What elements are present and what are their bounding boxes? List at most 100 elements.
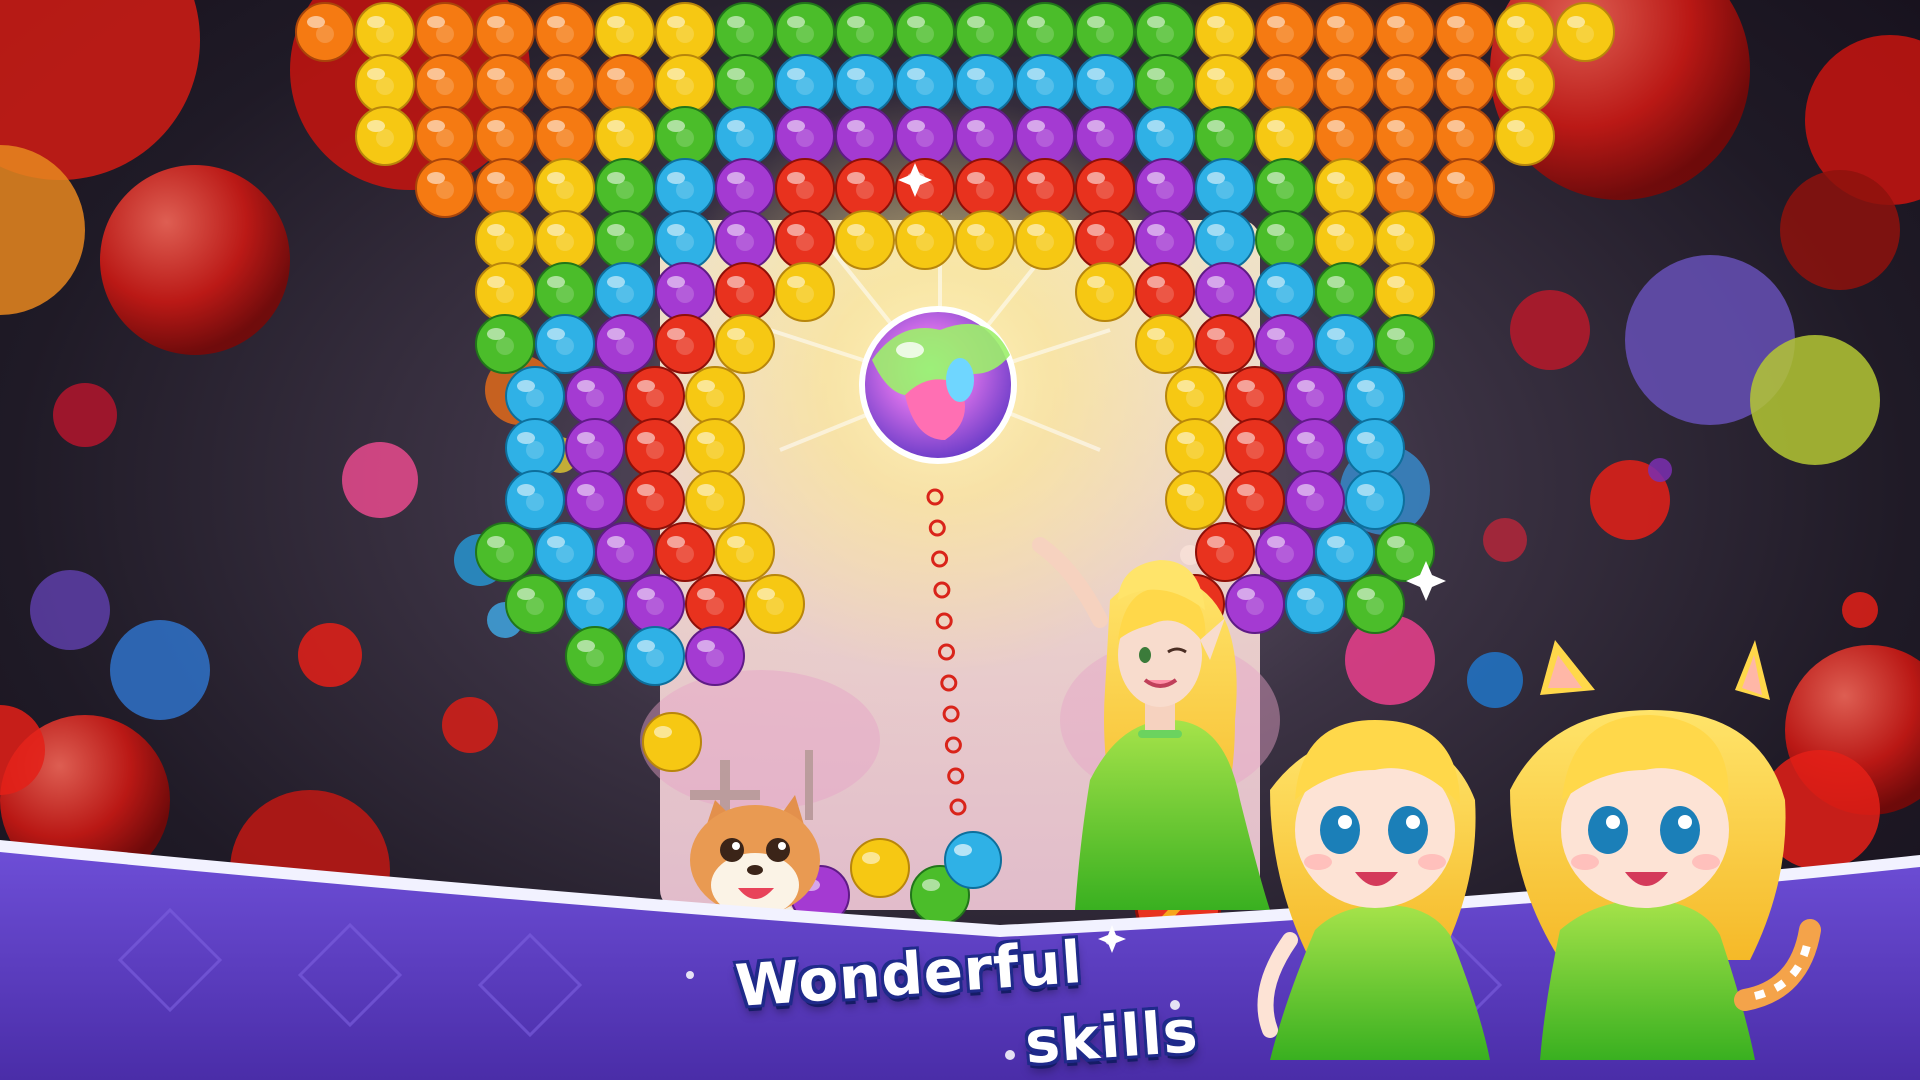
board-bubble[interactable] <box>535 522 595 582</box>
board-bubble[interactable] <box>1075 158 1135 218</box>
board-bubble[interactable] <box>595 522 655 582</box>
board-bubble[interactable] <box>655 2 715 62</box>
board-bubble[interactable] <box>415 158 475 218</box>
board-bubble[interactable] <box>1435 2 1495 62</box>
board-bubble[interactable] <box>835 158 895 218</box>
board-bubble[interactable] <box>1135 210 1195 270</box>
board-bubble[interactable] <box>1285 574 1345 634</box>
board-bubble[interactable] <box>1225 470 1285 530</box>
board-bubble[interactable] <box>775 210 835 270</box>
board-bubble[interactable] <box>715 522 775 582</box>
board-bubble[interactable] <box>595 2 655 62</box>
board-bubble[interactable] <box>595 158 655 218</box>
board-bubble[interactable] <box>655 522 715 582</box>
board-bubble[interactable] <box>475 158 535 218</box>
board-bubble[interactable] <box>685 470 745 530</box>
board-bubble[interactable] <box>1255 106 1315 166</box>
board-bubble[interactable] <box>565 418 625 478</box>
board-bubble[interactable] <box>895 210 955 270</box>
board-bubble[interactable] <box>595 314 655 374</box>
board-bubble[interactable] <box>655 54 715 114</box>
board-bubble[interactable] <box>835 210 895 270</box>
board-bubble[interactable] <box>625 366 685 426</box>
board-bubble[interactable] <box>1315 158 1375 218</box>
board-bubble[interactable] <box>1345 418 1405 478</box>
board-bubble[interactable] <box>1195 210 1255 270</box>
board-bubble[interactable] <box>595 106 655 166</box>
board-bubble[interactable] <box>685 574 745 634</box>
board-bubble[interactable] <box>475 2 535 62</box>
board-bubble[interactable] <box>715 262 775 322</box>
board-bubble[interactable] <box>1255 210 1315 270</box>
board-bubble[interactable] <box>685 626 745 686</box>
board-bubble[interactable] <box>1435 54 1495 114</box>
board-bubble[interactable] <box>715 314 775 374</box>
board-bubble[interactable] <box>625 626 685 686</box>
board-bubble[interactable] <box>775 106 835 166</box>
board-bubble[interactable] <box>1015 158 1075 218</box>
board-bubble[interactable] <box>1075 262 1135 322</box>
board-bubble[interactable] <box>955 2 1015 62</box>
board-bubble[interactable] <box>475 54 535 114</box>
board-bubble[interactable] <box>535 210 595 270</box>
board-bubble[interactable] <box>955 210 1015 270</box>
board-bubble[interactable] <box>1165 418 1225 478</box>
board-bubble[interactable] <box>1495 106 1555 166</box>
board-bubble[interactable] <box>1255 54 1315 114</box>
board-bubble[interactable] <box>1225 574 1285 634</box>
board-bubble[interactable] <box>1315 314 1375 374</box>
board-bubble[interactable] <box>1135 2 1195 62</box>
board-bubble[interactable] <box>535 314 595 374</box>
board-bubble[interactable] <box>1315 522 1375 582</box>
board-bubble[interactable] <box>1255 262 1315 322</box>
board-bubble[interactable] <box>565 574 625 634</box>
board-bubble[interactable] <box>1345 574 1405 634</box>
board-bubble[interactable] <box>595 210 655 270</box>
board-bubble[interactable] <box>1225 418 1285 478</box>
board-bubble[interactable] <box>1375 262 1435 322</box>
board-bubble[interactable] <box>955 106 1015 166</box>
board-bubble[interactable] <box>295 2 355 62</box>
board-bubble[interactable] <box>355 2 415 62</box>
board-bubble[interactable] <box>1255 158 1315 218</box>
board-bubble[interactable] <box>1015 106 1075 166</box>
board-bubble[interactable] <box>835 54 895 114</box>
board-bubble[interactable] <box>1555 2 1615 62</box>
board-bubble[interactable] <box>1345 470 1405 530</box>
board-bubble[interactable] <box>1075 210 1135 270</box>
board-bubble[interactable] <box>475 106 535 166</box>
board-bubble[interactable] <box>415 54 475 114</box>
board-bubble[interactable] <box>655 314 715 374</box>
board-bubble[interactable] <box>1375 54 1435 114</box>
rainbow-candy-bomb-icon[interactable] <box>859 306 1017 464</box>
board-bubble[interactable] <box>1135 262 1195 322</box>
board-bubble[interactable] <box>895 158 955 218</box>
board-bubble[interactable] <box>775 158 835 218</box>
board-bubble[interactable] <box>1375 158 1435 218</box>
board-bubble[interactable] <box>1135 314 1195 374</box>
board-bubble[interactable] <box>1195 314 1255 374</box>
board-bubble[interactable] <box>535 106 595 166</box>
board-bubble[interactable] <box>1015 2 1075 62</box>
board-bubble[interactable] <box>1495 2 1555 62</box>
board-bubble[interactable] <box>1315 2 1375 62</box>
board-bubble[interactable] <box>475 314 535 374</box>
board-bubble[interactable] <box>565 470 625 530</box>
board-bubble[interactable] <box>835 106 895 166</box>
board-bubble[interactable] <box>535 158 595 218</box>
board-bubble[interactable] <box>1195 106 1255 166</box>
board-bubble[interactable] <box>955 54 1015 114</box>
board-bubble[interactable] <box>1195 522 1255 582</box>
board-bubble[interactable] <box>1015 210 1075 270</box>
board-bubble[interactable] <box>1195 54 1255 114</box>
board-bubble[interactable] <box>1315 106 1375 166</box>
board-bubble[interactable] <box>415 2 475 62</box>
board-bubble[interactable] <box>475 522 535 582</box>
board-bubble[interactable] <box>775 54 835 114</box>
board-bubble[interactable] <box>355 106 415 166</box>
board-bubble[interactable] <box>1075 54 1135 114</box>
board-bubble[interactable] <box>535 2 595 62</box>
board-bubble[interactable] <box>1255 522 1315 582</box>
board-bubble[interactable] <box>1165 470 1225 530</box>
board-bubble[interactable] <box>1225 366 1285 426</box>
